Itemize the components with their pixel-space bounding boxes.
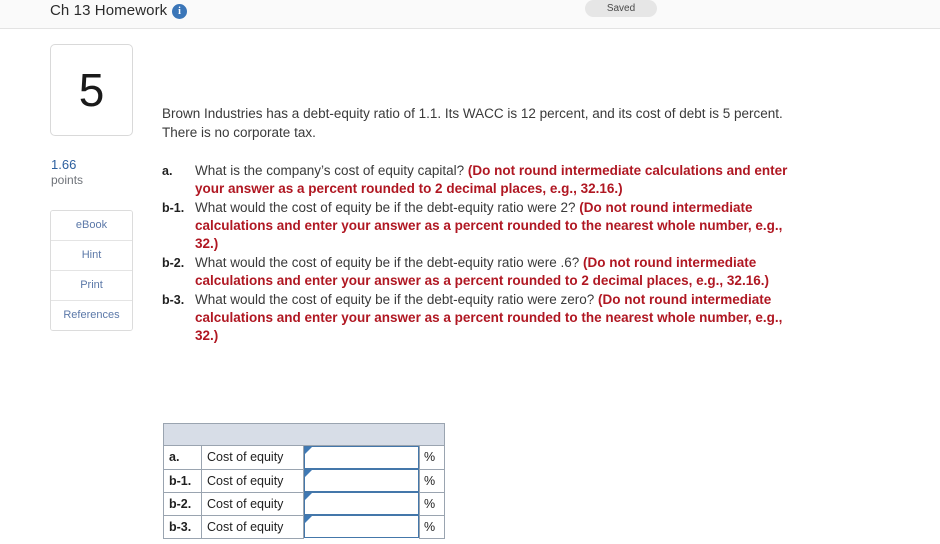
print-button[interactable]: Print [51, 271, 132, 301]
question-parts: a. What is the company’s cost of equity … [162, 162, 802, 345]
table-row: a. Cost of equity % [163, 445, 445, 470]
top-bar: Ch 13 Homework i Saved [0, 0, 940, 29]
points-label: points [51, 173, 84, 187]
question-number: 5 [78, 64, 105, 116]
question-stem: Brown Industries has a debt-equity ratio… [162, 106, 783, 140]
part-text-b1: What would the cost of equity be if the … [195, 199, 802, 253]
question-part-b1: b-1. What would the cost of equity be if… [162, 199, 802, 253]
answer-table: a. Cost of equity % b-1. Cost of equity … [163, 423, 445, 539]
row-desc-b1: Cost of equity [201, 468, 304, 493]
row-desc-a: Cost of equity [201, 445, 304, 470]
answer-input-cell-a [303, 445, 420, 469]
hint-button[interactable]: Hint [51, 241, 132, 271]
points-block: 1.66 points [50, 157, 133, 188]
points-value: 1.66 [51, 157, 77, 172]
part-label-b2: b-2. [162, 256, 185, 270]
part-question-b1: What would the cost of equity be if the … [195, 200, 580, 215]
row-unit-b1: % [419, 468, 445, 493]
part-label-b1: b-1. [162, 201, 185, 215]
part-text-a: What is the company’s cost of equity cap… [195, 162, 802, 198]
part-question-b3: What would the cost of equity be if the … [195, 292, 598, 307]
question-rail: 5 1.66 points eBook Hint Print Reference… [50, 44, 133, 331]
table-row: b-2. Cost of equity % [163, 491, 445, 516]
part-label-a: a. [162, 164, 173, 178]
question-content: Brown Industries has a debt-equity ratio… [162, 104, 802, 346]
question-part-a: a. What is the company’s cost of equity … [162, 162, 802, 198]
row-key-a: a. [163, 445, 202, 470]
row-desc-b3: Cost of equity [201, 514, 304, 539]
answer-input-cell-b3 [303, 515, 420, 538]
answer-input-cell-b2 [303, 492, 420, 515]
answer-input-a[interactable] [304, 446, 419, 469]
tool-button-stack: eBook Hint Print References [50, 210, 133, 331]
part-question-b2: What would the cost of equity be if the … [195, 255, 583, 270]
answer-input-b2[interactable] [304, 492, 419, 515]
part-text-b3: What would the cost of equity be if the … [195, 291, 802, 345]
answer-input-cell-b1 [303, 469, 420, 492]
answer-input-b3[interactable] [304, 515, 419, 538]
row-unit-b3: % [419, 514, 445, 539]
table-row: b-1. Cost of equity % [163, 468, 445, 493]
row-key-b2: b-2. [163, 491, 202, 516]
part-label-b3: b-3. [162, 293, 185, 307]
row-key-b1: b-1. [163, 468, 202, 493]
part-text-b2: What would the cost of equity be if the … [195, 254, 802, 290]
answer-input-b1[interactable] [304, 469, 419, 492]
row-key-b3: b-3. [163, 514, 202, 539]
info-icon[interactable]: i [172, 4, 187, 19]
ebook-button[interactable]: eBook [51, 211, 132, 241]
question-part-b2: b-2. What would the cost of equity be if… [162, 254, 802, 290]
row-desc-b2: Cost of equity [201, 491, 304, 516]
table-header-row [163, 423, 445, 446]
question-number-box: 5 [50, 44, 133, 136]
table-row: b-3. Cost of equity % [163, 514, 445, 539]
references-button[interactable]: References [51, 301, 132, 330]
status-badge: Saved [585, 0, 657, 17]
row-unit-a: % [419, 445, 445, 470]
page-title: Ch 13 Homework [50, 2, 168, 19]
part-question-a: What is the company’s cost of equity cap… [195, 163, 468, 178]
row-unit-b2: % [419, 491, 445, 516]
question-part-b3: b-3. What would the cost of equity be if… [162, 291, 802, 345]
table-header-cell [163, 423, 445, 446]
